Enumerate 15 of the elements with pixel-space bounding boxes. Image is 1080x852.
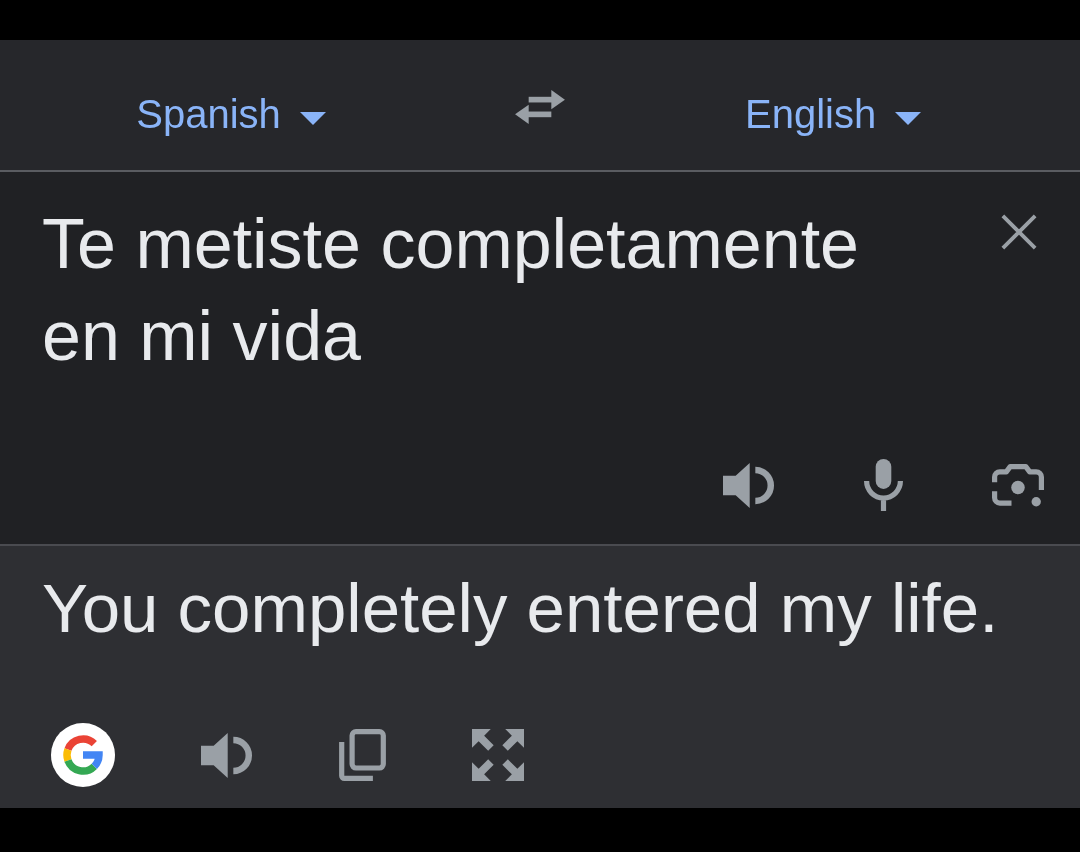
- g-logo-icon[interactable]: [51, 723, 115, 787]
- speaker-icon[interactable]: [723, 462, 775, 508]
- target-language-button[interactable]: English: [745, 90, 922, 138]
- caret-icon: [299, 111, 326, 125]
- microphone-icon[interactable]: [864, 459, 903, 511]
- translation-text: You completely entered my life.: [42, 569, 1000, 649]
- camera-icon[interactable]: [992, 463, 1044, 507]
- speaker-icon[interactable]: [201, 732, 253, 778]
- copy-icon[interactable]: [339, 729, 386, 781]
- fullscreen-icon[interactable]: [472, 729, 524, 781]
- source-text-input[interactable]: Te metiste completamente en mi vida: [42, 198, 922, 382]
- close-icon[interactable]: [1000, 213, 1038, 251]
- swap-icon[interactable]: [515, 90, 565, 124]
- caret-icon: [895, 111, 922, 125]
- source-language-button[interactable]: Spanish: [136, 90, 326, 138]
